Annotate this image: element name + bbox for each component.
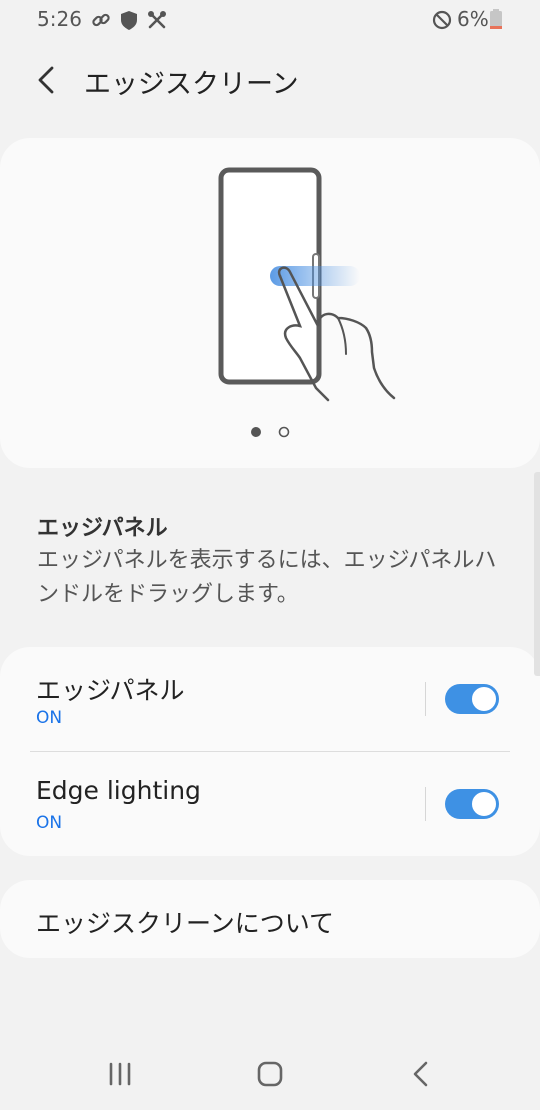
recent-apps-icon[interactable] xyxy=(100,1056,140,1092)
scroll-indicator[interactable] xyxy=(534,472,540,676)
illustration-card[interactable] xyxy=(0,138,540,468)
edge-panel-toggle[interactable] xyxy=(445,684,499,714)
setting-status: ON xyxy=(36,813,63,833)
tools-icon xyxy=(148,11,166,29)
page-dot-inactive xyxy=(278,426,290,438)
row-divider xyxy=(425,787,426,821)
setting-title: Edge lighting xyxy=(36,776,201,805)
edge-lighting-toggle[interactable] xyxy=(445,789,499,819)
setting-row-edge-lighting[interactable]: Edge lighting ON xyxy=(0,752,540,856)
battery-percent: 6% xyxy=(457,7,489,31)
page-indicator xyxy=(0,424,540,438)
home-icon[interactable] xyxy=(250,1056,290,1092)
do-not-disturb-icon xyxy=(432,10,452,30)
status-bar: 5:26 6% xyxy=(0,0,540,40)
status-time: 5:26 xyxy=(37,7,82,31)
settings-card: エッジパネル ON Edge lighting ON xyxy=(0,647,540,856)
description-body: エッジパネルを表示するには、エッジパネルハンドルをドラッグします。 xyxy=(37,548,497,607)
about-card[interactable]: エッジスクリーンについて xyxy=(0,880,540,958)
description-title: エッジパネル xyxy=(37,516,168,541)
navigation-bar xyxy=(0,1040,540,1110)
page-title: エッジスクリーン xyxy=(84,69,299,100)
shield-icon xyxy=(121,11,137,30)
toggle-knob xyxy=(470,685,498,713)
page-dot-active xyxy=(251,427,261,437)
setting-status: ON xyxy=(36,708,63,728)
app-header: エッジスクリーン xyxy=(0,50,540,110)
link-icon xyxy=(92,13,110,27)
back-arrow-icon[interactable] xyxy=(28,60,68,100)
back-icon[interactable] xyxy=(401,1056,441,1092)
toggle-knob xyxy=(470,790,498,818)
setting-row-edge-panel[interactable]: エッジパネル ON xyxy=(0,647,540,751)
about-edge-screen-link[interactable]: エッジスクリーンについて xyxy=(36,904,334,940)
edge-panel-illustration xyxy=(218,167,396,402)
row-divider xyxy=(425,682,426,716)
battery-icon xyxy=(490,9,502,29)
setting-title: エッジパネル xyxy=(36,676,185,705)
